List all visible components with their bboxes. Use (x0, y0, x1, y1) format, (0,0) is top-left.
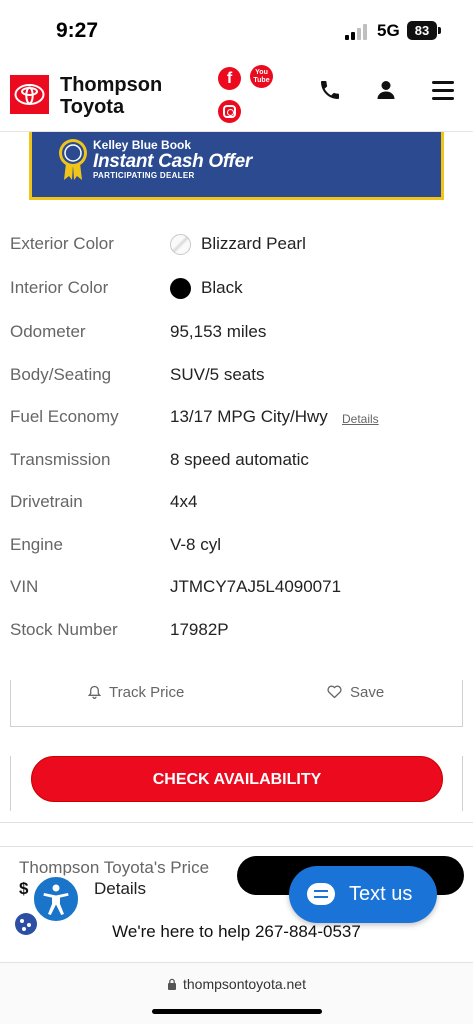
spec-value: Blizzard Pearl (201, 234, 306, 253)
spec-row-vin: VIN JTMCY7AJ5L4090071 (0, 573, 473, 603)
spec-label: Body/Seating (10, 365, 112, 384)
youtube-icon[interactable]: You Tube (250, 65, 273, 88)
spec-label: Engine (10, 535, 63, 554)
facebook-icon[interactable]: f (218, 67, 241, 90)
kbb-seal-icon (59, 139, 87, 180)
divider (0, 822, 473, 823)
interior-color-swatch (170, 278, 191, 299)
spec-value: Black (201, 278, 243, 297)
battery-icon: 83 (407, 21, 437, 40)
spec-value: 4x4 (170, 492, 198, 511)
instagram-icon[interactable] (218, 100, 241, 123)
spec-label: Drivetrain (10, 492, 83, 511)
signal-icon (345, 24, 371, 40)
spec-row-exterior-color: Exterior Color Blizzard Pearl (0, 230, 473, 260)
spec-row-drivetrain: Drivetrain 4x4 (0, 488, 473, 518)
kbb-line3: PARTICIPATING DEALER (93, 171, 195, 180)
battery-tip (438, 27, 441, 34)
heart-icon (327, 685, 342, 699)
spec-label: Transmission (10, 450, 111, 469)
network-type: 5G (377, 21, 400, 40)
user-icon[interactable] (374, 78, 404, 108)
chat-bubble-icon (307, 883, 335, 905)
spec-value: 17982P (170, 620, 229, 639)
save-label: Save (350, 684, 385, 701)
spec-label: Interior Color (10, 278, 109, 297)
spec-row-body-seating: Body/Seating SUV/5 seats (0, 361, 473, 391)
text-us-label: Text us (349, 883, 413, 905)
price-value: $ (19, 879, 29, 898)
site-header: Thompson Toyota f You Tube (0, 58, 473, 132)
track-price-label: Track Price (109, 684, 185, 701)
toyota-logo-icon[interactable] (10, 75, 49, 114)
kbb-line2: Instant Cash Offer (93, 151, 252, 172)
spec-label: Stock Number (10, 620, 118, 639)
price-details-link[interactable]: Details (94, 879, 146, 899)
spec-row-stock-number: Stock Number 17982P (0, 616, 473, 646)
spec-row-interior-color: Interior Color Black (0, 274, 473, 304)
spec-value: SUV/5 seats (170, 365, 265, 384)
spec-row-odometer: Odometer 95,153 miles (0, 318, 473, 348)
url-text: thompsontoyota.net (183, 976, 306, 992)
status-bar: 9:27 5G 83 (0, 0, 473, 58)
spec-value: 13/17 MPG City/Hwy (170, 407, 328, 426)
home-indicator[interactable] (152, 1009, 322, 1014)
youtube-line2: Tube (253, 77, 270, 84)
check-availability-button[interactable]: CHECK AVAILABILITY (31, 756, 443, 802)
spec-row-fuel-economy: Fuel Economy 13/17 MPG City/Hwy Details (0, 403, 473, 433)
spec-row-transmission: Transmission 8 speed automatic (0, 446, 473, 476)
youtube-line1: You (255, 69, 268, 76)
kbb-line1: Kelley Blue Book (93, 138, 192, 152)
brand-name[interactable]: Thompson Toyota (60, 74, 162, 118)
page: 9:27 5G 83 Thompson Toyota f You Tube Ke… (0, 0, 473, 1024)
url-field[interactable]: thompsontoyota.net (0, 976, 473, 992)
kbb-instant-cash-offer-banner[interactable]: Kelley Blue Book Instant Cash Offer PART… (29, 132, 444, 200)
spec-value: JTMCY7AJ5L4090071 (170, 577, 342, 596)
save-button[interactable]: Save (327, 684, 384, 701)
spec-label: Fuel Economy (10, 407, 119, 426)
spec-value: 8 speed automatic (170, 450, 309, 469)
status-time: 9:27 (56, 19, 99, 42)
phone-icon[interactable] (318, 78, 348, 108)
brand-line1: Thompson (60, 74, 163, 96)
lock-icon (168, 978, 176, 990)
spec-value: V-8 cyl (170, 535, 222, 554)
browser-url-bar (0, 962, 473, 1024)
spec-row-engine: Engine V-8 cyl (0, 531, 473, 561)
brand-line2: Toyota (60, 96, 125, 118)
spec-label: VIN (10, 577, 39, 596)
spec-value: 95,153 miles (170, 322, 267, 341)
menu-icon[interactable] (430, 78, 460, 108)
accessibility-icon[interactable] (31, 874, 81, 924)
spec-label: Odometer (10, 322, 86, 341)
exterior-color-swatch (170, 234, 191, 255)
fuel-economy-details-link[interactable]: Details (342, 412, 379, 426)
text-us-chat-button[interactable]: Text us (289, 866, 437, 923)
bell-icon (87, 685, 102, 699)
track-price-button[interactable]: Track Price (87, 684, 185, 701)
spec-label: Exterior Color (10, 234, 114, 253)
help-phone-text[interactable]: We're here to help 267-884-0537 (0, 922, 473, 942)
action-box (10, 680, 463, 727)
